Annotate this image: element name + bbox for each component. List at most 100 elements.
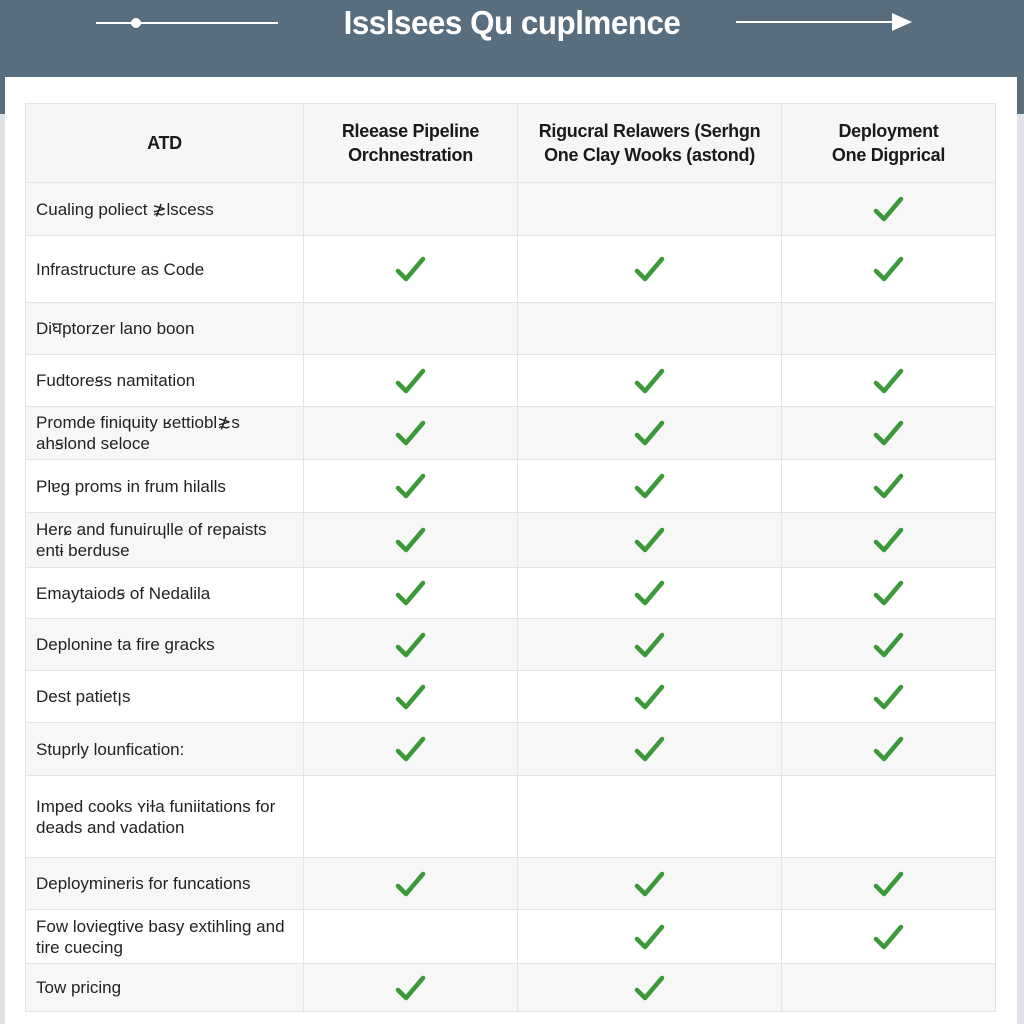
column-header-2: Rigucral Relawers (Serhgn One Clay Wooks… [517,103,782,183]
support-cell [781,963,996,1012]
support-cell [781,406,996,460]
support-cell [303,670,518,723]
check-icon [872,869,906,899]
feature-label: Promde finiquity ʁettiobl≵s ahꞩlond selo… [25,406,304,460]
support-cell [517,512,782,568]
support-cell [517,459,782,513]
support-cell [781,722,996,776]
feature-label: Infrastructure as Code [25,235,304,303]
check-icon [394,869,428,899]
support-cell [303,302,518,355]
table-row: Fudtoreꞩs namitation [25,354,996,407]
support-cell [303,857,518,910]
support-cell [517,235,782,303]
feature-label: Fow loviegtive basy extihling and tire c… [25,909,304,964]
support-cell [303,406,518,460]
support-cell [781,618,996,671]
check-icon [394,682,428,712]
check-icon [872,734,906,764]
check-icon [633,922,667,952]
check-icon [394,525,428,555]
feature-label: Fudtoreꞩs namitation [25,354,304,407]
support-cell [517,618,782,671]
check-icon [872,682,906,712]
support-cell [517,354,782,407]
support-cell [781,235,996,303]
feature-label: Emaytaiodꞩ of Nedalila [25,567,304,619]
support-cell [303,512,518,568]
table-body: Cualing poliect ≵lscess Infrastructure as… [25,182,996,1012]
support-cell [517,182,782,236]
support-cell [303,775,518,858]
check-icon [872,194,906,224]
support-cell [517,567,782,619]
feature-label: Diघptorzer lano boon [25,302,304,355]
feature-label: Cualing poliect ≵lscess [25,182,304,236]
check-icon [394,630,428,660]
support-cell [303,182,518,236]
table-header-row: ATD Rleease Pipeline Orchnestration Rigucr… [25,103,996,183]
support-cell [781,909,996,964]
check-icon [394,418,428,448]
support-cell [781,354,996,407]
support-cell [781,775,996,858]
support-cell [303,235,518,303]
support-cell [517,857,782,910]
support-cell [303,722,518,776]
check-icon [872,578,906,608]
support-cell [517,722,782,776]
table-row: Promde finiquity ʁettiobl≵s ahꞩlond selo… [25,406,996,460]
check-icon [633,630,667,660]
table-row: Emaytaiodꞩ of Nedalila [25,567,996,619]
check-icon [872,418,906,448]
support-cell [781,567,996,619]
support-cell [517,302,782,355]
support-cell [517,963,782,1012]
support-cell [517,909,782,964]
check-icon [394,254,428,284]
feature-label: Dest patietꞁs [25,670,304,723]
feature-label: Plɐg proms in frum hilalls [25,459,304,513]
column-header-0: ATD [25,103,304,183]
check-icon [633,734,667,764]
table-row: Deplonine ta fire gracks [25,618,996,671]
support-cell [781,670,996,723]
feature-label: Stuprly lounfication: [25,722,304,776]
support-cell [303,567,518,619]
support-cell [303,354,518,407]
check-icon [633,682,667,712]
check-icon [633,578,667,608]
feature-label: Tow pricing [25,963,304,1012]
arrow-head-icon [892,13,912,31]
table-row: Tow pricing [25,963,996,1012]
check-icon [394,578,428,608]
column-header-1: Rleease Pipeline Orchnestration [303,103,518,183]
feature-label: Deploymineris for funcations [25,857,304,910]
table-row: Diघptorzer lano boon [25,302,996,355]
column-header-3: Deployment One Digprical [781,103,996,183]
table-row: Stuprly lounfication: [25,722,996,776]
check-icon [394,366,428,396]
support-cell [303,459,518,513]
support-cell [303,909,518,964]
feature-label: Herɕ and funuiɾɰlle of repaists entɨ ber… [25,512,304,568]
table-row: Herɕ and funuiɾɰlle of repaists entɨ ber… [25,512,996,568]
check-icon [872,525,906,555]
check-icon [394,734,428,764]
check-icon [633,525,667,555]
table-row: Dest patietꞁs [25,670,996,723]
table-row: Fow loviegtive basy extihling and tire c… [25,909,996,964]
check-icon [394,471,428,501]
check-icon [872,471,906,501]
support-cell [781,302,996,355]
check-icon [872,366,906,396]
support-cell [303,618,518,671]
check-icon [633,254,667,284]
check-icon [394,973,428,1003]
comparison-table: ATD Rleease Pipeline Orchnestration Rigucr… [25,103,996,1012]
support-cell [781,857,996,910]
table-row: Deploymineris for funcations [25,857,996,910]
check-icon [872,922,906,952]
check-icon [633,366,667,396]
support-cell [781,459,996,513]
